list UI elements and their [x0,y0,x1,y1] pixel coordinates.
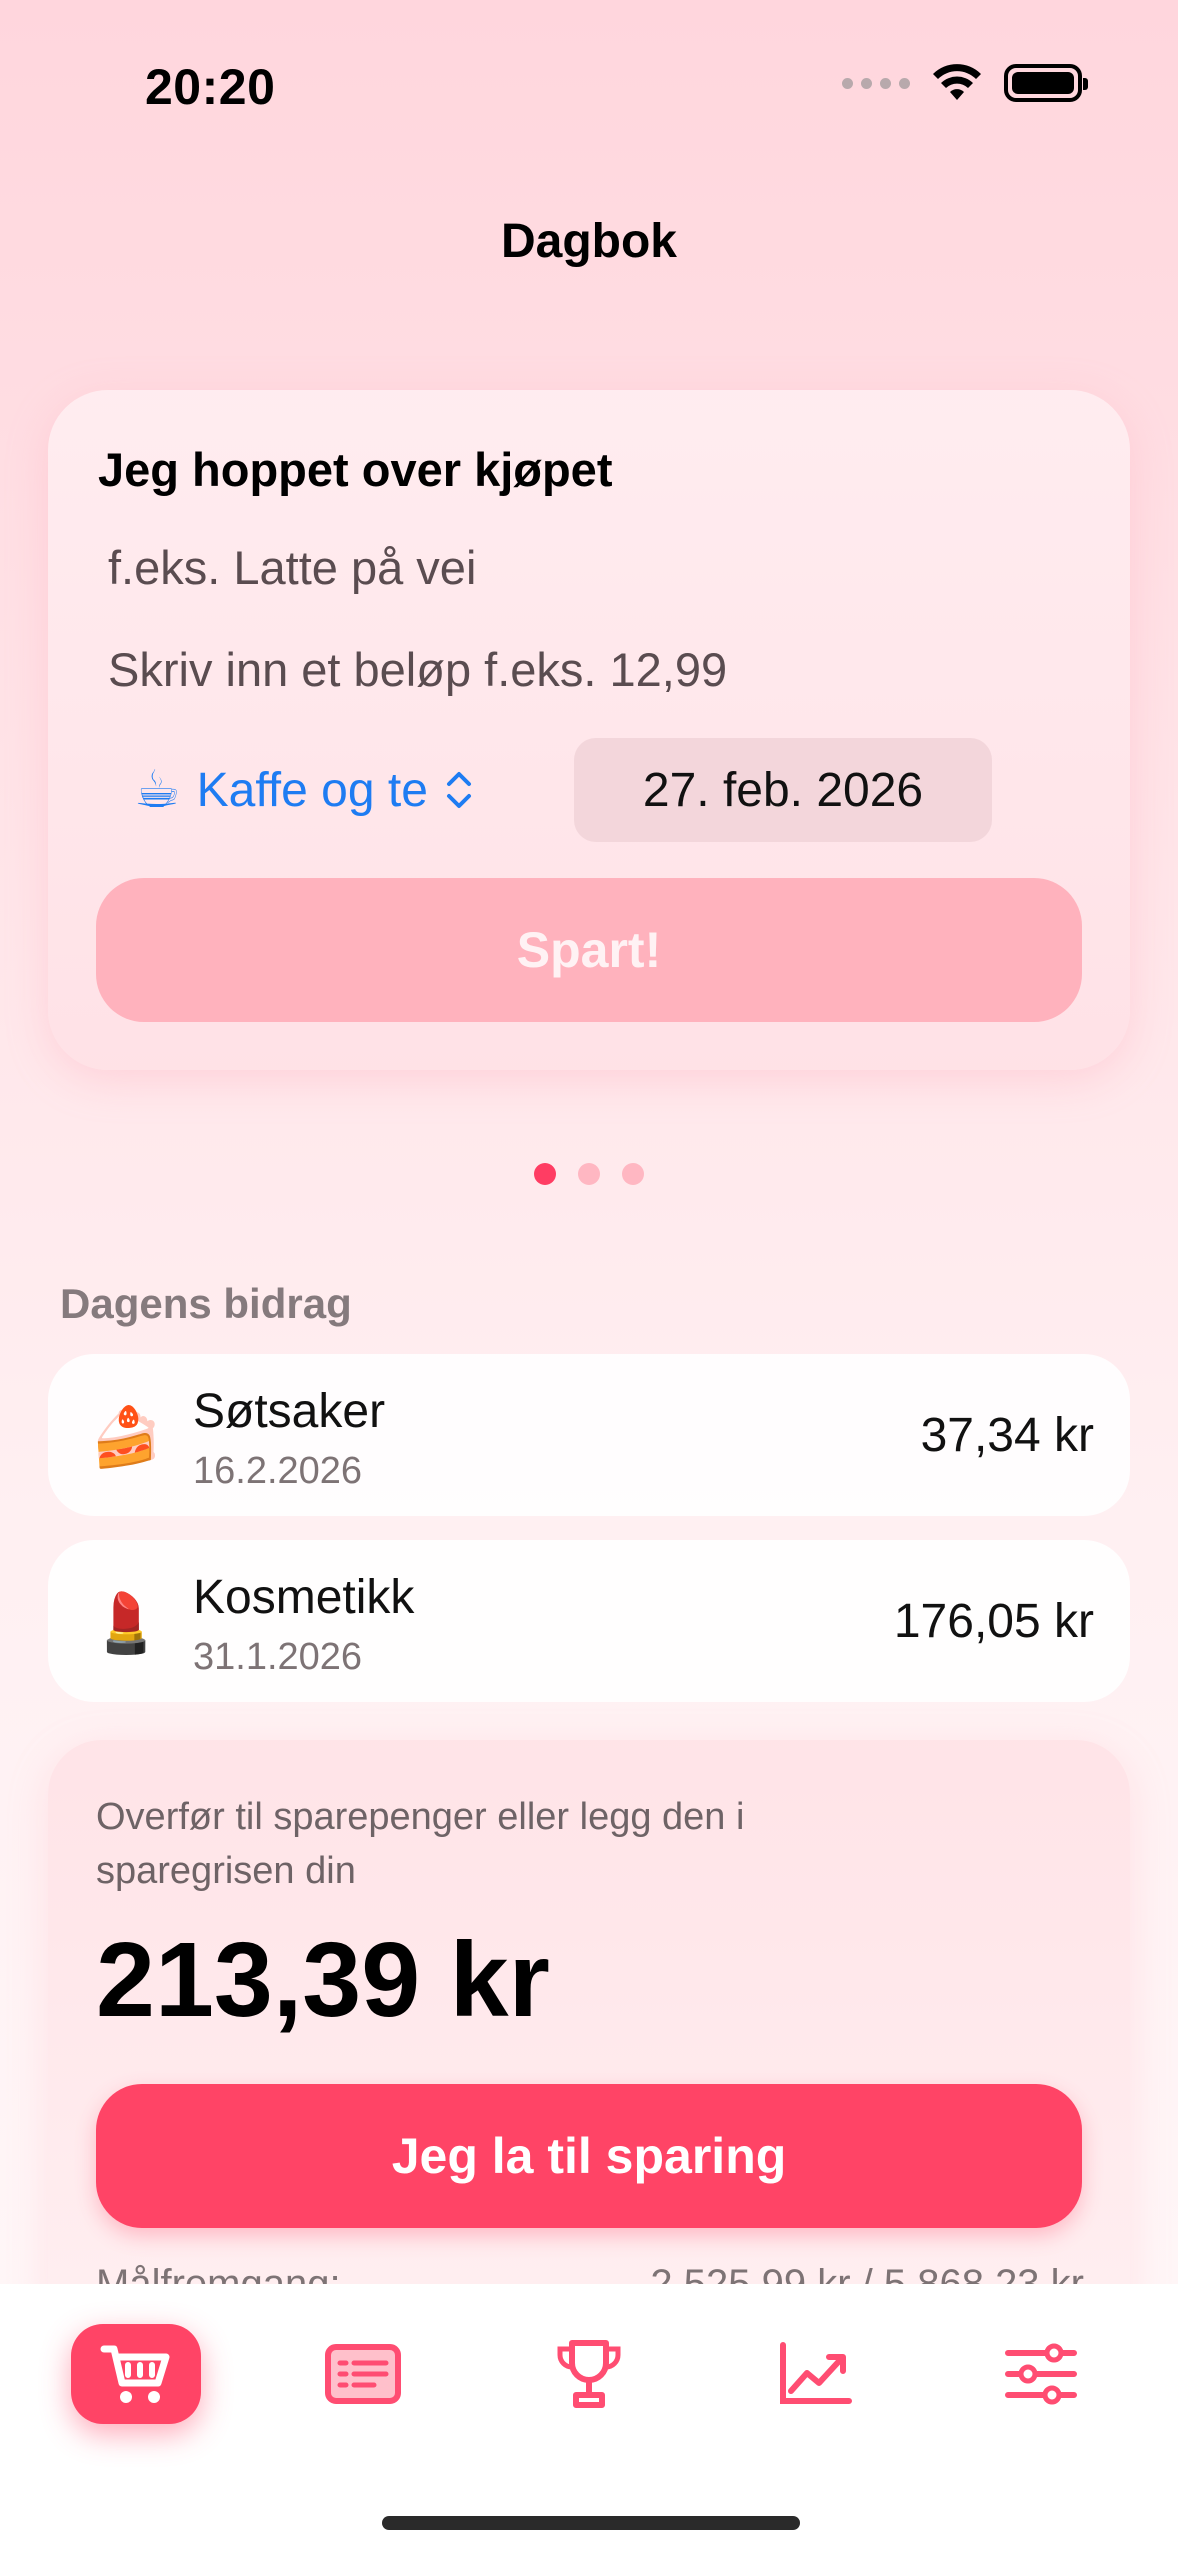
tab-stats[interactable] [750,2324,880,2424]
battery-icon [1004,64,1088,102]
item-date: 16.2.2026 [193,1450,363,1492]
home-indicator[interactable] [382,2516,800,2530]
page-indicator[interactable] [0,1163,1178,1185]
status-time: 20:20 [145,59,276,115]
amount-input[interactable]: Skriv inn et beløp f.eks. 12,99 [108,642,727,697]
sliders-icon [1005,2343,1077,2405]
journal-icon [325,2344,401,2404]
section-label: Dagens bidrag [60,1280,352,1327]
savings-total: 213,39 kr [96,1921,550,2039]
list-item[interactable]: 💄 Kosmetikk 31.1.2026 176,05 kr [48,1540,1130,1702]
chart-icon [780,2342,852,2404]
page-title: Dagbok [500,215,677,268]
item-date: 31.1.2026 [193,1636,363,1678]
tab-trophy[interactable] [524,2324,654,2424]
cake-icon: 🍰 [90,1405,163,1470]
savings-description: Overfør til sparepenger eller legg den i… [96,1796,745,1892]
tab-cart[interactable] [71,2324,201,2424]
skip-purchase-card: Jeg hoppet over kjøpet f.eks. Latte på v… [48,390,1130,1070]
category-picker[interactable]: ☕ Kaffe og te [134,760,474,820]
item-name: Kosmetikk [193,1571,415,1624]
page-dot-3[interactable] [622,1163,644,1185]
date-picker[interactable]: 27. feb. 2026 [574,738,992,842]
coffee-icon: ☕ [134,761,181,819]
save-button[interactable]: Spart! [96,878,1082,1022]
wifi-icon [933,64,981,100]
category-label: Kaffe og te [196,763,428,817]
added-to-savings-button[interactable]: Jeg la til sparing [96,2084,1082,2228]
card-heading: Jeg hoppet over kjøpet [98,443,613,496]
savings-card: Overfør til sparepenger eller legg den i… [48,1740,1130,2340]
lipstick-icon: 💄 [90,1591,163,1656]
item-amount: 176,05 kr [893,1595,1094,1648]
item-amount: 37,34 kr [920,1409,1094,1462]
title-input[interactable]: f.eks. Latte på vei [108,540,476,595]
cart-icon [100,2345,170,2403]
tab-settings[interactable] [976,2324,1106,2424]
trophy-icon [557,2340,621,2408]
item-name: Søtsaker [193,1385,386,1438]
tab-journal[interactable] [298,2324,428,2424]
list-item[interactable]: 🍰 Søtsaker 16.2.2026 37,34 kr [48,1354,1130,1516]
page-dot-2[interactable] [578,1163,600,1185]
chevron-up-down-icon [446,772,471,808]
status-icons [842,64,1088,102]
page-dot-1[interactable] [534,1163,556,1185]
cellular-signal-icon [842,77,910,89]
